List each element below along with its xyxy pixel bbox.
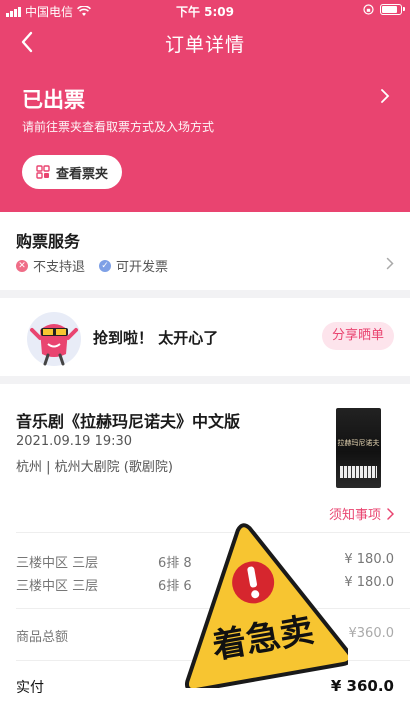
check-icon: ✓ xyxy=(99,259,112,272)
ticket-price: ¥ 180.0 xyxy=(344,575,394,590)
purchase-service-section[interactable]: 购票服务 ✕ 不支持退 ✓ 可开发票 xyxy=(0,212,410,290)
order-status-subtitle: 请前往票夹查看取票方式及入场方式 xyxy=(22,120,215,134)
show-name[interactable]: 音乐剧《拉赫玛尼诺夫》中文版 xyxy=(16,408,240,432)
paid-label: 实付 xyxy=(16,680,44,696)
view-ticket-wallet-button[interactable]: 查看票夹 xyxy=(22,155,122,189)
page-title: 订单详情 xyxy=(164,34,245,56)
cross-icon: ✕ xyxy=(16,259,28,272)
total-value: ¥360.0 xyxy=(348,626,395,641)
show-poster[interactable]: 拉赫玛尼诺夫 xyxy=(336,408,381,488)
poster-title: 拉赫玛尼诺夫 xyxy=(337,439,380,447)
clock: 下午 5:09 xyxy=(175,5,235,19)
share-section: 抢到啦！ 太开心了 分享晒单 xyxy=(0,298,410,376)
chevron-right-icon[interactable] xyxy=(380,88,390,104)
show-venue: 杭州 | 杭州大剧院 (歌剧院) xyxy=(16,460,173,475)
nav-bar: 订单详情 xyxy=(0,22,410,62)
urgent-sale-sticker: 着急卖 xyxy=(184,523,348,688)
order-status-title[interactable]: 已出票 xyxy=(22,84,85,114)
mascot-illustration xyxy=(27,312,81,366)
share-text: 抢到啦！ 太开心了 xyxy=(93,329,219,347)
ticket-price: ¥ 180.0 xyxy=(344,552,394,567)
ticket-wallet-icon xyxy=(36,165,50,179)
chevron-right-icon[interactable] xyxy=(386,257,394,270)
service-item-no-refund: ✕ 不支持退 xyxy=(16,256,85,275)
status-bar: 中国电信 下午 5:09 xyxy=(0,0,410,22)
service-title: 购票服务 xyxy=(16,232,81,251)
battery-icon xyxy=(380,4,405,15)
view-ticket-wallet-label: 查看票夹 xyxy=(55,166,108,182)
order-status-header: 中国电信 下午 5:09 订单详情 已出票 请前往票夹查看取票方式及入场方式 查… xyxy=(0,0,410,212)
ticket-area: 三楼中区 三层 xyxy=(16,579,99,594)
show-datetime: 2021.09.19 19:30 xyxy=(16,434,133,449)
chevron-right-icon xyxy=(387,507,394,520)
service-item-label: 不支持退 xyxy=(33,260,86,275)
piano-keys-graphic xyxy=(340,466,377,478)
total-label: 商品总额 xyxy=(16,630,69,645)
service-item-label: 可开发票 xyxy=(116,260,169,275)
share-order-button[interactable]: 分享晒单 xyxy=(322,322,394,350)
service-item-invoice: ✓ 可开发票 xyxy=(99,256,168,275)
ticket-area: 三楼中区 三层 xyxy=(16,556,99,571)
rotation-lock-icon xyxy=(363,4,374,15)
